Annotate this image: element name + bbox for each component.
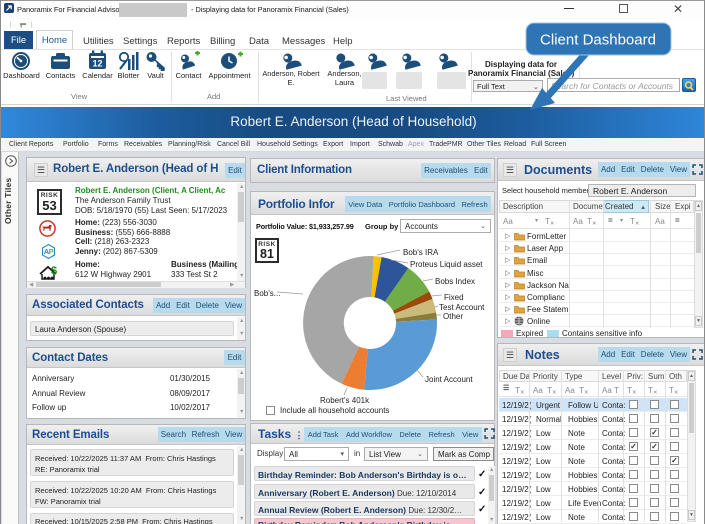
svg-text:Bob's...: Bob's... xyxy=(254,289,280,298)
svg-text:Other: Other xyxy=(443,312,463,321)
svg-text:P: P xyxy=(49,247,54,256)
svg-text:Joint Account: Joint Account xyxy=(425,375,473,384)
svg-text:$: $ xyxy=(51,265,57,277)
svg-text:Fixed: Fixed xyxy=(444,293,464,302)
svg-text:Bobs Index: Bobs Index xyxy=(435,277,475,286)
svg-text:Proteus Liquid asset: Proteus Liquid asset xyxy=(410,260,483,269)
svg-text:12: 12 xyxy=(92,59,102,69)
svg-text:Robert's 401k: Robert's 401k xyxy=(320,396,370,405)
svg-text:Test Account: Test Account xyxy=(439,303,485,312)
svg-text:Client Dashboard: Client Dashboard xyxy=(540,32,656,49)
svg-text:Bob's IRA: Bob's IRA xyxy=(403,248,439,257)
